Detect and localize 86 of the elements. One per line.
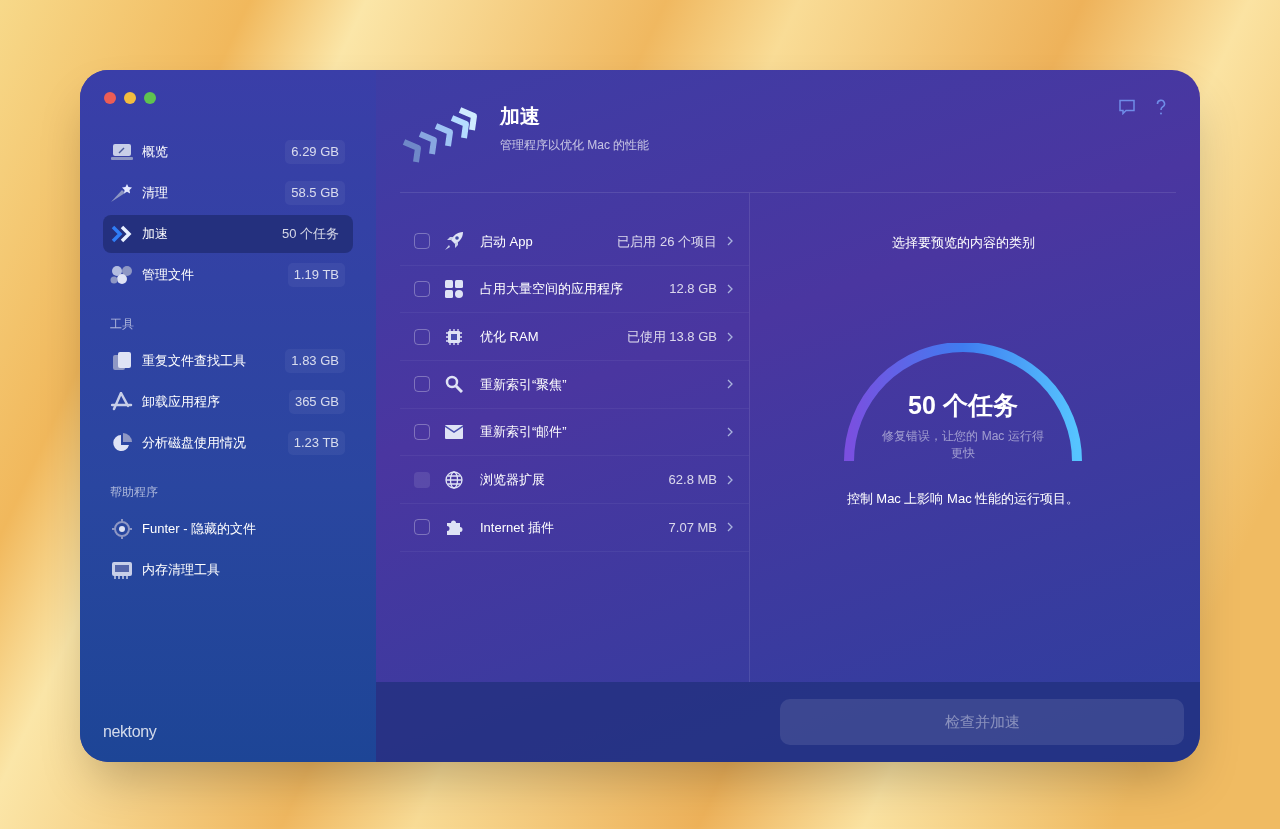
sidebar-section-heading: 帮助程序 [109,484,159,501]
preview-description: 控制 Mac 上影响 Mac 性能的运行项目。 [846,489,1080,508]
sidebar-item[interactable]: 重复文件查找工具 1.83 GB [103,342,353,380]
sidebar-item[interactable]: 卸载应用程序 365 GB [103,383,353,421]
task-row[interactable]: 重新索引“邮件” [400,408,749,457]
grid-icon [445,280,463,299]
checkbox[interactable] [414,376,430,393]
task-row[interactable]: 重新索引“聚焦” [400,361,749,409]
chevron-right-icon [727,379,733,390]
task-count-label: 50 个任务 [280,225,340,244]
envelope-icon [445,424,463,441]
sidebar-item-label: 分析磁盘使用情况 [142,434,247,453]
task-label: Internet 插件 [480,518,555,537]
chevron-right-icon [727,522,733,533]
documents-icon [112,351,132,371]
task-row[interactable]: 启动 App 已启用 26 个项目 [400,218,749,266]
sidebar-section-heading: 工具 [109,316,135,333]
sidebar-item-label: Funter - 隐藏的文件 [142,520,258,539]
broom-star-icon [110,183,134,203]
app-store-icon [111,392,133,412]
chevron-right-icon [727,331,733,342]
chevron-right-icon [727,236,733,247]
chevron-right-icon [727,427,733,438]
task-label: 重新索引“聚焦” [480,375,568,394]
task-row[interactable]: 优化 RAM 已使用 13.8 GB [400,313,749,362]
pie-chart-icon [112,433,132,453]
sidebar-item[interactable]: 清理 58.5 GB [103,174,353,212]
checkbox[interactable] [414,233,430,250]
sidebar-item-label: 概览 [142,143,169,162]
chip-icon [445,327,463,346]
page-subtitle: 管理程序以优化 Mac 的性能 [500,137,650,154]
checkbox[interactable] [414,519,430,536]
sidebar-item[interactable]: 加速 50 个任务 [103,215,353,253]
double-chevron-icon [111,225,133,243]
task-label: 占用大量空间的应用程序 [480,280,624,299]
puzzle-piece-icon [445,518,463,537]
size-badge: 6.29 GB [285,140,345,164]
size-badge: 1.83 GB [285,349,345,373]
task-label: 重新索引“邮件” [480,423,568,442]
sidebar-item[interactable]: 分析磁盘使用情况 1.23 TB [103,424,353,462]
task-value: 已使用 13.8 GB [626,327,717,346]
rocket-icon [444,231,464,252]
task-value: 62.8 MB [668,471,717,490]
sidebar-item-label: 内存清理工具 [142,561,221,580]
sidebar-item-label: 卸载应用程序 [142,393,221,412]
task-row[interactable]: 占用大量空间的应用程序 12.8 GB [400,265,749,314]
size-badge: 1.19 TB [287,263,345,287]
checkbox[interactable] [414,328,430,345]
size-badge: 365 GB [288,390,345,414]
sidebar-item-label: 管理文件 [142,266,195,285]
task-label: 启动 App [480,232,534,251]
checkbox[interactable] [414,281,430,298]
gauge-subtitle: 修复错误，让您的 Mac 运行得更快 [881,428,1045,462]
gauge-title: 50 个任务 [908,389,1018,421]
task-value: 已启用 26 个项目 [617,232,717,251]
minimize-window-button[interactable] [124,92,136,104]
target-icon [112,519,132,539]
preview-prompt: 选择要预览的内容的类别 [891,234,1035,252]
chevron-right-icon [727,284,733,295]
sidebar-item[interactable]: 内存清理工具 [103,551,353,589]
checkbox[interactable] [414,424,430,441]
hexagon-cluster-icon [110,265,134,285]
sidebar-item[interactable]: Funter - 隐藏的文件 [103,510,353,548]
task-value: 12.8 GB [669,280,717,299]
zoom-window-button[interactable] [144,92,156,104]
help-icon[interactable] [1156,99,1166,115]
laptop-icon [111,143,133,161]
sidebar-item-label: 加速 [142,225,169,244]
chat-bubble-icon[interactable] [1118,99,1136,115]
task-value: 7.07 MB [668,518,717,537]
task-label: 优化 RAM [480,327,540,346]
close-window-button[interactable] [104,92,116,104]
chevron-right-icon [727,474,733,485]
search-icon [445,375,463,394]
sidebar-item[interactable]: 管理文件 1.19 TB [103,256,353,294]
size-badge: 58.5 GB [285,181,345,205]
page-title: 加速 [500,104,541,128]
sidebar-item-label: 重复文件查找工具 [142,352,247,371]
brand-logo-text: nektony [103,722,158,742]
sidebar-item[interactable]: 概览 6.29 GB [103,133,353,171]
sidebar-item-label: 清理 [142,184,169,203]
size-badge: 1.23 TB [287,431,345,455]
memory-chip-icon [111,561,133,579]
globe-icon [445,470,463,489]
task-label: 浏览器扩展 [480,471,546,490]
task-row[interactable]: Internet 插件 7.07 MB [400,504,749,552]
